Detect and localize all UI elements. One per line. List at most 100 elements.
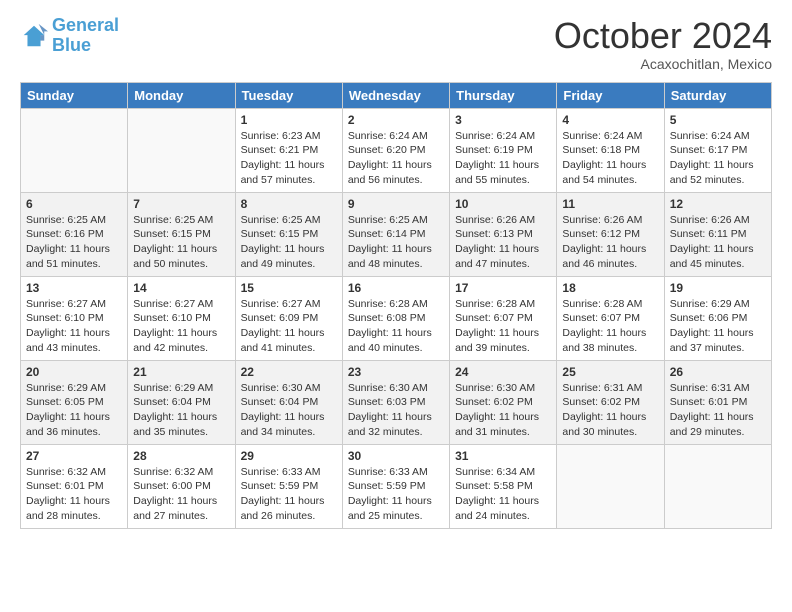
sunset-text: Sunset: 6:01 PM	[26, 479, 122, 494]
daylight-text: Daylight: 11 hours and 47 minutes.	[455, 242, 551, 271]
daylight-text: Daylight: 11 hours and 30 minutes.	[562, 410, 658, 439]
sunrise-text: Sunrise: 6:30 AM	[455, 381, 551, 396]
sunset-text: Sunset: 6:07 PM	[562, 311, 658, 326]
day-info: Sunrise: 6:27 AMSunset: 6:10 PMDaylight:…	[26, 297, 122, 356]
day-cell: 8Sunrise: 6:25 AMSunset: 6:15 PMDaylight…	[235, 192, 342, 276]
sunset-text: Sunset: 6:08 PM	[348, 311, 444, 326]
calendar: SundayMondayTuesdayWednesdayThursdayFrid…	[20, 82, 772, 529]
logo-line2: Blue	[52, 35, 91, 55]
day-number: 20	[26, 365, 122, 379]
sunrise-text: Sunrise: 6:26 AM	[670, 213, 766, 228]
day-number: 28	[133, 449, 229, 463]
daylight-text: Daylight: 11 hours and 35 minutes.	[133, 410, 229, 439]
daylight-text: Daylight: 11 hours and 45 minutes.	[670, 242, 766, 271]
day-number: 25	[562, 365, 658, 379]
title-block: October 2024 Acaxochitlan, Mexico	[554, 16, 772, 72]
daylight-text: Daylight: 11 hours and 52 minutes.	[670, 158, 766, 187]
sunrise-text: Sunrise: 6:25 AM	[26, 213, 122, 228]
day-info: Sunrise: 6:25 AMSunset: 6:16 PMDaylight:…	[26, 213, 122, 272]
daylight-text: Daylight: 11 hours and 50 minutes.	[133, 242, 229, 271]
day-cell: 10 Sunrise: 6:26 AMSunset: 6:13 PMDayligh…	[450, 192, 557, 276]
day-cell: 21Sunrise: 6:29 AMSunset: 6:04 PMDayligh…	[128, 360, 235, 444]
sunset-text: Sunset: 6:10 PM	[133, 311, 229, 326]
day-cell: 1Sunrise: 6:23 AMSunset: 6:21 PMDaylight…	[235, 108, 342, 192]
daylight-text: Daylight: 11 hours and 29 minutes.	[670, 410, 766, 439]
daylight-text: Daylight: 11 hours and 51 minutes.	[26, 242, 122, 271]
day-number: 27	[26, 449, 122, 463]
sunset-text: Sunset: 6:21 PM	[241, 143, 337, 158]
day-info: Sunrise: 6:29 AMSunset: 6:05 PMDaylight:…	[26, 381, 122, 440]
sunset-text: Sunset: 6:12 PM	[562, 227, 658, 242]
day-number: 3	[455, 113, 551, 127]
day-cell: 16Sunrise: 6:28 AMSunset: 6:08 PMDayligh…	[342, 276, 449, 360]
sunrise-text: Sunrise: 6:28 AM	[348, 297, 444, 312]
day-number: 30	[348, 449, 444, 463]
sunrise-text: Sunrise: 6:32 AM	[133, 465, 229, 480]
sunrise-text: Sunrise: 6:29 AM	[670, 297, 766, 312]
col-header-saturday: Saturday	[664, 82, 771, 108]
day-cell: 29Sunrise: 6:33 AMSunset: 5:59 PMDayligh…	[235, 444, 342, 528]
day-number: 14	[133, 281, 229, 295]
day-cell: 19Sunrise: 6:29 AMSunset: 6:06 PMDayligh…	[664, 276, 771, 360]
day-cell	[664, 444, 771, 528]
day-info: Sunrise: 6:24 AMSunset: 6:18 PMDaylight:…	[562, 129, 658, 188]
day-number: 23	[348, 365, 444, 379]
day-info: Sunrise: 6:29 AMSunset: 6:06 PMDaylight:…	[670, 297, 766, 356]
sunrise-text: Sunrise: 6:34 AM	[455, 465, 551, 480]
day-number: 8	[241, 197, 337, 211]
sunrise-text: Sunrise: 6:33 AM	[241, 465, 337, 480]
day-info: Sunrise: 6:24 AMSunset: 6:19 PMDaylight:…	[455, 129, 551, 188]
day-cell: 5Sunrise: 6:24 AMSunset: 6:17 PMDaylight…	[664, 108, 771, 192]
daylight-text: Daylight: 11 hours and 34 minutes.	[241, 410, 337, 439]
day-info: Sunrise: 6:26 AMSunset: 6:13 PMDaylight:…	[455, 213, 551, 272]
day-cell: 27Sunrise: 6:32 AMSunset: 6:01 PMDayligh…	[21, 444, 128, 528]
sunrise-text: Sunrise: 6:29 AM	[26, 381, 122, 396]
day-number: 18	[562, 281, 658, 295]
sunrise-text: Sunrise: 6:24 AM	[348, 129, 444, 144]
daylight-text: Daylight: 11 hours and 54 minutes.	[562, 158, 658, 187]
daylight-text: Daylight: 11 hours and 25 minutes.	[348, 494, 444, 523]
day-number: 5	[670, 113, 766, 127]
day-number: 24	[455, 365, 551, 379]
day-cell: 14 Sunrise: 6:27 AMSunset: 6:10 PMDayligh…	[128, 276, 235, 360]
day-number: 26	[670, 365, 766, 379]
day-number: 17	[455, 281, 551, 295]
daylight-text: Daylight: 11 hours and 48 minutes.	[348, 242, 444, 271]
sunset-text: Sunset: 6:14 PM	[348, 227, 444, 242]
day-number: 2	[348, 113, 444, 127]
day-info: Sunrise: 6:27 AMSunset: 6:10 PMDaylight:…	[133, 297, 229, 356]
sunset-text: Sunset: 5:59 PM	[241, 479, 337, 494]
sunset-text: Sunset: 5:59 PM	[348, 479, 444, 494]
daylight-text: Daylight: 11 hours and 31 minutes.	[455, 410, 551, 439]
col-header-wednesday: Wednesday	[342, 82, 449, 108]
sunset-text: Sunset: 6:04 PM	[133, 395, 229, 410]
week-row-2: 6Sunrise: 6:25 AMSunset: 6:16 PMDaylight…	[21, 192, 772, 276]
sunrise-text: Sunrise: 6:30 AM	[348, 381, 444, 396]
day-cell: 25Sunrise: 6:31 AMSunset: 6:02 PMDayligh…	[557, 360, 664, 444]
day-info: Sunrise: 6:31 AMSunset: 6:01 PMDaylight:…	[670, 381, 766, 440]
day-number: 11	[562, 197, 658, 211]
week-row-1: 1Sunrise: 6:23 AMSunset: 6:21 PMDaylight…	[21, 108, 772, 192]
col-header-tuesday: Tuesday	[235, 82, 342, 108]
day-info: Sunrise: 6:28 AMSunset: 6:07 PMDaylight:…	[455, 297, 551, 356]
logo: General Blue	[20, 16, 119, 56]
day-info: Sunrise: 6:30 AMSunset: 6:04 PMDaylight:…	[241, 381, 337, 440]
location: Acaxochitlan, Mexico	[554, 56, 772, 72]
sunset-text: Sunset: 6:03 PM	[348, 395, 444, 410]
day-number: 4	[562, 113, 658, 127]
daylight-text: Daylight: 11 hours and 28 minutes.	[26, 494, 122, 523]
sunset-text: Sunset: 6:02 PM	[455, 395, 551, 410]
day-info: Sunrise: 6:33 AMSunset: 5:59 PMDaylight:…	[348, 465, 444, 524]
day-info: Sunrise: 6:27 AMSunset: 6:09 PMDaylight:…	[241, 297, 337, 356]
daylight-text: Daylight: 11 hours and 56 minutes.	[348, 158, 444, 187]
day-cell: 11Sunrise: 6:26 AMSunset: 6:12 PMDayligh…	[557, 192, 664, 276]
sunrise-text: Sunrise: 6:28 AM	[562, 297, 658, 312]
sunrise-text: Sunrise: 6:25 AM	[133, 213, 229, 228]
day-cell: 9Sunrise: 6:25 AMSunset: 6:14 PMDaylight…	[342, 192, 449, 276]
day-number: 10	[455, 197, 551, 211]
daylight-text: Daylight: 11 hours and 39 minutes.	[455, 326, 551, 355]
sunset-text: Sunset: 6:07 PM	[455, 311, 551, 326]
sunset-text: Sunset: 6:06 PM	[670, 311, 766, 326]
day-cell: 3 Sunrise: 6:24 AMSunset: 6:19 PMDaylight…	[450, 108, 557, 192]
daylight-text: Daylight: 11 hours and 27 minutes.	[133, 494, 229, 523]
